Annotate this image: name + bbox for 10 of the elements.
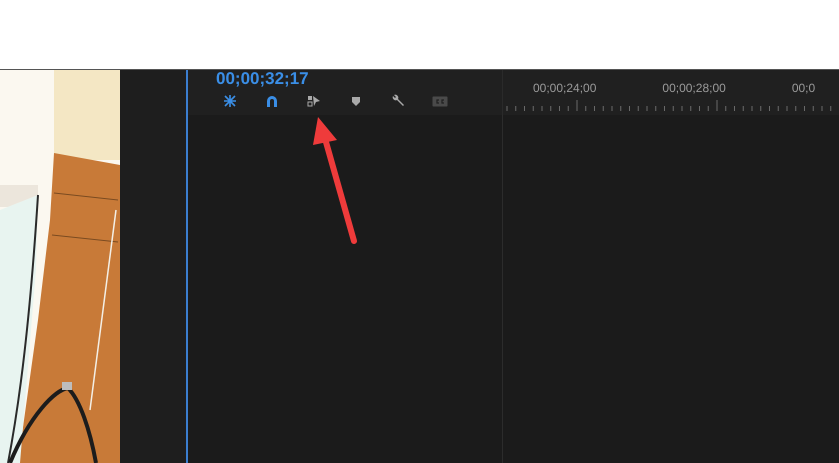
marker-icon <box>349 94 363 108</box>
insert-icon <box>307 94 321 108</box>
timecode[interactable]: 00;00;32;17 <box>216 70 309 88</box>
ruler-label: 00;00;24;00 <box>533 80 596 97</box>
ruler-label: 00;00;28;00 <box>662 80 726 97</box>
captions-icon <box>432 94 448 108</box>
snap-icon <box>223 94 237 108</box>
wrench-icon <box>391 94 405 108</box>
magnet-icon <box>265 94 279 108</box>
ruler-label: 00;0 <box>792 80 816 97</box>
